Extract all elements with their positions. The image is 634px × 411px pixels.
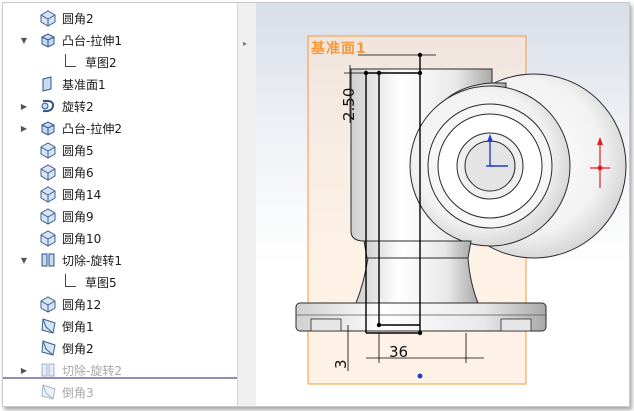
tree-item-label: 倒角2 <box>62 341 94 356</box>
fillet-icon <box>39 141 57 159</box>
dimension-2-50[interactable]: 2.50 <box>340 88 358 121</box>
tree-item-label: 圆角10 <box>62 231 102 246</box>
chamfer-icon <box>39 317 57 335</box>
tree-item-label: 倒角1 <box>62 319 94 334</box>
extrude-boss-icon <box>39 31 57 49</box>
tree-item-label: 圆角2 <box>62 11 94 26</box>
tree-item[interactable]: 圆角10 <box>3 227 237 249</box>
tree-item-label: 草图5 <box>85 275 117 290</box>
cut-revolve-icon <box>39 251 57 269</box>
tree-item-label: 切除-旋转1 <box>62 253 122 268</box>
model-canvas <box>295 35 627 385</box>
dimension-3[interactable]: 3 <box>332 359 350 369</box>
tree-item[interactable]: 倒角3 <box>3 381 237 403</box>
fillet-icon <box>39 295 57 313</box>
feature-manager-tree: 圆角2 ▼ 凸台-拉伸1 草图2 基准面1 ▶ 旋转2 ▶ 凸台-拉伸2 圆角5 圆角6 圆角14 圆角… <box>3 3 237 406</box>
fillet-icon <box>39 163 57 181</box>
plane-label[interactable]: 基准面1 <box>311 38 367 58</box>
tree-item[interactable]: 草图2 <box>3 51 237 73</box>
tree-item-label: 凸台-拉伸2 <box>62 121 122 136</box>
tree-item-label: 草图2 <box>85 55 117 70</box>
tree-item[interactable]: 倒角2 <box>3 337 237 359</box>
tree-item-label: 圆角14 <box>62 187 102 202</box>
dimension-36[interactable]: 36 <box>389 343 408 361</box>
tree-item[interactable]: 圆角5 <box>3 139 237 161</box>
fillet-icon <box>39 9 57 27</box>
chamfer-icon <box>39 383 57 401</box>
tree-item-label: 基准面1 <box>62 77 106 92</box>
collapse-arrow-icon[interactable]: ▸ <box>243 39 249 51</box>
panel-splitter[interactable]: ▸ <box>237 3 257 406</box>
extrude-boss-icon <box>39 119 57 137</box>
tree-item-label: 凸台-拉伸1 <box>62 33 122 48</box>
solidworks-window: 圆角2 ▼ 凸台-拉伸1 草图2 基准面1 ▶ 旋转2 ▶ 凸台-拉伸2 圆角5 圆角6 圆角14 圆角… <box>2 2 630 407</box>
tree-item[interactable]: 圆角9 <box>3 205 237 227</box>
neck <box>363 240 472 259</box>
expand-arrow-icon[interactable]: ▶ <box>16 124 32 133</box>
tree-item[interactable]: 基准面1 <box>3 73 237 95</box>
tree-item-label: 圆角12 <box>62 297 102 312</box>
plane-icon <box>39 75 57 93</box>
fillet-icon <box>39 185 57 203</box>
tree-item[interactable]: 圆角14 <box>3 183 237 205</box>
tree-item[interactable]: 倒角1 <box>3 315 237 337</box>
collapse-arrow-icon[interactable]: ▼ <box>16 256 32 265</box>
flange-lug-left <box>310 318 342 332</box>
tree-item[interactable]: 圆角2 <box>3 7 237 29</box>
tree-item-label: 圆角5 <box>62 143 94 158</box>
flange-lug-right <box>500 318 532 332</box>
expand-arrow-icon[interactable]: ▶ <box>16 102 32 111</box>
collapse-arrow-icon[interactable]: ▼ <box>16 36 32 45</box>
tree-item-label: 倒角3 <box>62 385 94 400</box>
tree-item[interactable]: ▼ 凸台-拉伸1 <box>3 29 237 51</box>
base-skirt <box>355 257 479 304</box>
tree-item-label: 旋转2 <box>62 99 94 114</box>
origin-point[interactable] <box>417 373 423 379</box>
rollback-bar[interactable] <box>3 377 237 379</box>
tree-item[interactable]: ▼ 切除-旋转1 <box>3 249 237 271</box>
tree-item[interactable]: 圆角12 <box>3 293 237 315</box>
tree-item-label: 切除-旋转2 <box>62 363 122 378</box>
tree-item[interactable]: ▶ 旋转2 <box>3 95 237 117</box>
sketch-icon <box>65 274 76 287</box>
fillet-icon <box>39 229 57 247</box>
tree-item-label: 圆角6 <box>62 165 94 180</box>
tree-item[interactable]: 圆角6 <box>3 161 237 183</box>
chamfer-icon <box>39 339 57 357</box>
sketch-icon <box>65 54 76 67</box>
tree-item[interactable]: ▶ 凸台-拉伸2 <box>3 117 237 139</box>
expand-arrow-icon[interactable]: ▶ <box>16 366 32 375</box>
graphics-viewport[interactable]: 基准面1 2.50 3 36 <box>256 3 629 406</box>
tree-item-label: 圆角9 <box>62 209 94 224</box>
revolve-icon <box>39 97 57 115</box>
fillet-icon <box>39 207 57 225</box>
tree-item[interactable]: 草图5 <box>3 271 237 293</box>
